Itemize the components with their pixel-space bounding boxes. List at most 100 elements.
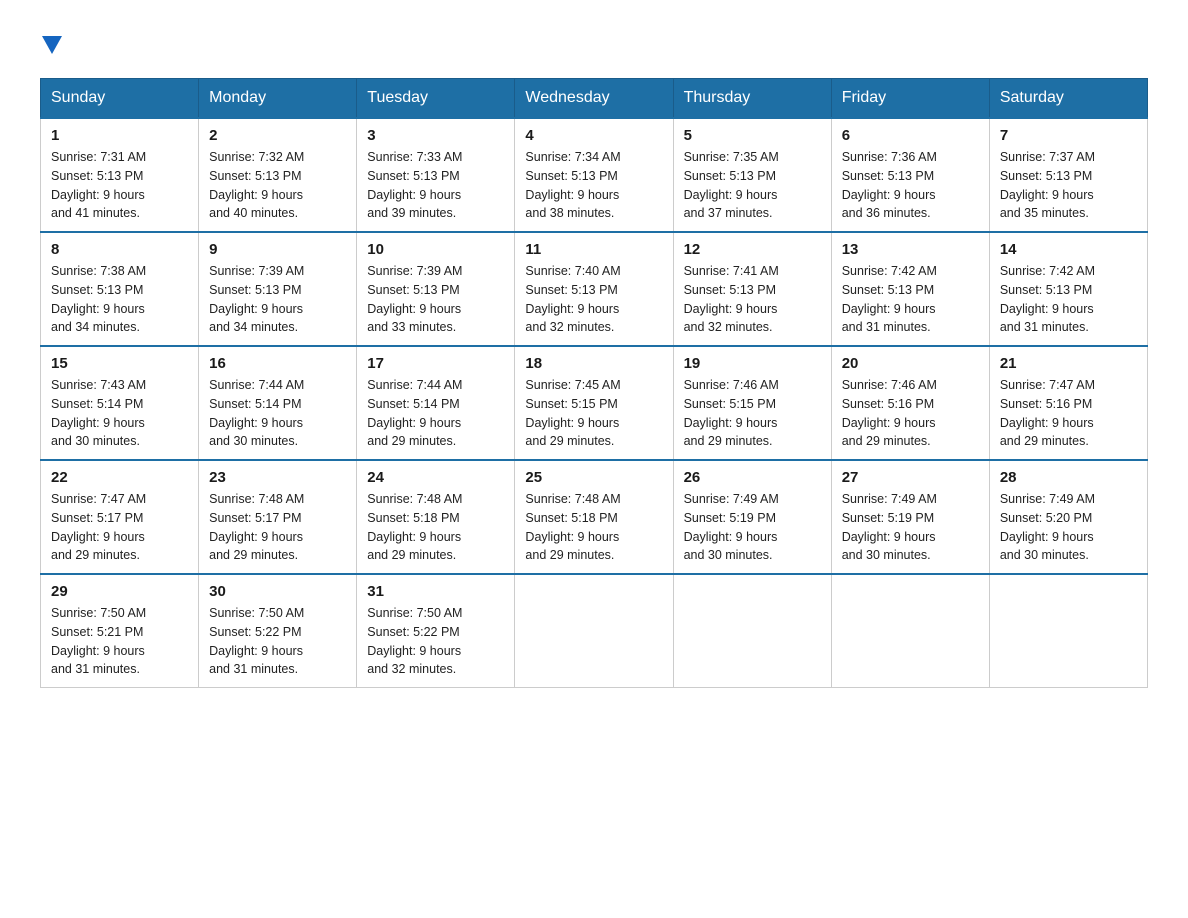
calendar-cell: 29 Sunrise: 7:50 AMSunset: 5:21 PMDayligh… [41,574,199,688]
logo [40,30,62,58]
day-info: Sunrise: 7:40 AMSunset: 5:13 PMDaylight:… [525,262,662,337]
day-info: Sunrise: 7:47 AMSunset: 5:16 PMDaylight:… [1000,376,1137,451]
calendar-cell: 25Sunrise: 7:48 AMSunset: 5:18 PMDayligh… [515,460,673,574]
calendar-cell: 30 Sunrise: 7:50 AMSunset: 5:22 PMDayligh… [199,574,357,688]
calendar-cell: 2 Sunrise: 7:32 AMSunset: 5:13 PMDaylight… [199,118,357,232]
day-info: Sunrise: 7:39 AMSunset: 5:13 PMDaylight:… [367,262,504,337]
day-number: 1 [51,127,188,144]
day-info: Sunrise: 7:50 AMSunset: 5:22 PMDaylight:… [367,604,504,679]
day-number: 17 [367,355,504,372]
day-info: Sunrise: 7:42 AMSunset: 5:13 PMDaylight:… [1000,262,1137,337]
day-number: 16 [209,355,346,372]
calendar-cell: 10 Sunrise: 7:39 AMSunset: 5:13 PMDayligh… [357,232,515,346]
calendar-week-row: 29 Sunrise: 7:50 AMSunset: 5:21 PMDayligh… [41,574,1148,688]
day-info: Sunrise: 7:38 AMSunset: 5:13 PMDaylight:… [51,262,188,337]
day-info: Sunrise: 7:39 AMSunset: 5:13 PMDaylight:… [209,262,346,337]
day-info: Sunrise: 7:44 AMSunset: 5:14 PMDaylight:… [209,376,346,451]
day-number: 26 [684,469,821,486]
calendar-cell: 4 Sunrise: 7:34 AMSunset: 5:13 PMDaylight… [515,118,673,232]
calendar-cell: 17 Sunrise: 7:44 AMSunset: 5:14 PMDayligh… [357,346,515,460]
day-info: Sunrise: 7:48 AMSunset: 5:18 PMDaylight:… [367,490,504,565]
calendar-cell: 23Sunrise: 7:48 AMSunset: 5:17 PMDayligh… [199,460,357,574]
day-info: Sunrise: 7:37 AMSunset: 5:13 PMDaylight:… [1000,148,1137,223]
calendar-cell: 15 Sunrise: 7:43 AMSunset: 5:14 PMDayligh… [41,346,199,460]
day-number: 14 [1000,241,1137,258]
day-info: Sunrise: 7:36 AMSunset: 5:13 PMDaylight:… [842,148,979,223]
day-number: 9 [209,241,346,258]
calendar-cell [831,574,989,688]
page-header [40,30,1148,58]
calendar-header-row: SundayMondayTuesdayWednesdayThursdayFrid… [41,79,1148,119]
day-info: Sunrise: 7:33 AMSunset: 5:13 PMDaylight:… [367,148,504,223]
calendar-cell [515,574,673,688]
calendar-cell: 19 Sunrise: 7:46 AMSunset: 5:15 PMDayligh… [673,346,831,460]
calendar-cell: 27 Sunrise: 7:49 AMSunset: 5:19 PMDayligh… [831,460,989,574]
day-number: 11 [525,241,662,258]
calendar-cell [989,574,1147,688]
calendar-cell: 5Sunrise: 7:35 AMSunset: 5:13 PMDaylight… [673,118,831,232]
calendar-cell: 9 Sunrise: 7:39 AMSunset: 5:13 PMDaylight… [199,232,357,346]
calendar-week-row: 15 Sunrise: 7:43 AMSunset: 5:14 PMDayligh… [41,346,1148,460]
day-info: Sunrise: 7:41 AMSunset: 5:13 PMDaylight:… [684,262,821,337]
calendar-header-sunday: Sunday [41,79,199,119]
calendar-cell: 31 Sunrise: 7:50 AMSunset: 5:22 PMDayligh… [357,574,515,688]
day-number: 15 [51,355,188,372]
calendar-week-row: 8 Sunrise: 7:38 AMSunset: 5:13 PMDaylight… [41,232,1148,346]
calendar-cell: 18 Sunrise: 7:45 AMSunset: 5:15 PMDayligh… [515,346,673,460]
calendar-cell: 1Sunrise: 7:31 AMSunset: 5:13 PMDaylight… [41,118,199,232]
day-number: 27 [842,469,979,486]
calendar-cell: 22Sunrise: 7:47 AMSunset: 5:17 PMDayligh… [41,460,199,574]
day-number: 13 [842,241,979,258]
calendar-table: SundayMondayTuesdayWednesdayThursdayFrid… [40,78,1148,688]
day-number: 10 [367,241,504,258]
day-info: Sunrise: 7:48 AMSunset: 5:17 PMDaylight:… [209,490,346,565]
day-number: 18 [525,355,662,372]
day-info: Sunrise: 7:44 AMSunset: 5:14 PMDaylight:… [367,376,504,451]
day-number: 30 [209,583,346,600]
day-info: Sunrise: 7:49 AMSunset: 5:19 PMDaylight:… [842,490,979,565]
calendar-header-saturday: Saturday [989,79,1147,119]
calendar-header-wednesday: Wednesday [515,79,673,119]
day-number: 4 [525,127,662,144]
day-info: Sunrise: 7:49 AMSunset: 5:20 PMDaylight:… [1000,490,1137,565]
day-number: 3 [367,127,504,144]
day-info: Sunrise: 7:32 AMSunset: 5:13 PMDaylight:… [209,148,346,223]
calendar-cell: 28Sunrise: 7:49 AMSunset: 5:20 PMDayligh… [989,460,1147,574]
calendar-header-thursday: Thursday [673,79,831,119]
day-number: 25 [525,469,662,486]
calendar-week-row: 22Sunrise: 7:47 AMSunset: 5:17 PMDayligh… [41,460,1148,574]
calendar-cell: 3 Sunrise: 7:33 AMSunset: 5:13 PMDaylight… [357,118,515,232]
day-info: Sunrise: 7:45 AMSunset: 5:15 PMDaylight:… [525,376,662,451]
calendar-cell: 8 Sunrise: 7:38 AMSunset: 5:13 PMDaylight… [41,232,199,346]
calendar-cell: 21 Sunrise: 7:47 AMSunset: 5:16 PMDayligh… [989,346,1147,460]
day-number: 24 [367,469,504,486]
day-info: Sunrise: 7:43 AMSunset: 5:14 PMDaylight:… [51,376,188,451]
calendar-cell: 11 Sunrise: 7:40 AMSunset: 5:13 PMDayligh… [515,232,673,346]
calendar-cell: 26 Sunrise: 7:49 AMSunset: 5:19 PMDayligh… [673,460,831,574]
day-info: Sunrise: 7:42 AMSunset: 5:13 PMDaylight:… [842,262,979,337]
calendar-cell: 24 Sunrise: 7:48 AMSunset: 5:18 PMDayligh… [357,460,515,574]
day-info: Sunrise: 7:34 AMSunset: 5:13 PMDaylight:… [525,148,662,223]
day-number: 19 [684,355,821,372]
day-info: Sunrise: 7:49 AMSunset: 5:19 PMDaylight:… [684,490,821,565]
logo-triangle-icon [42,36,62,54]
day-number: 8 [51,241,188,258]
calendar-cell: 16 Sunrise: 7:44 AMSunset: 5:14 PMDayligh… [199,346,357,460]
day-number: 29 [51,583,188,600]
calendar-week-row: 1Sunrise: 7:31 AMSunset: 5:13 PMDaylight… [41,118,1148,232]
calendar-header-friday: Friday [831,79,989,119]
day-info: Sunrise: 7:46 AMSunset: 5:15 PMDaylight:… [684,376,821,451]
calendar-cell: 14 Sunrise: 7:42 AMSunset: 5:13 PMDayligh… [989,232,1147,346]
day-number: 22 [51,469,188,486]
calendar-cell: 12 Sunrise: 7:41 AMSunset: 5:13 PMDayligh… [673,232,831,346]
day-number: 21 [1000,355,1137,372]
day-info: Sunrise: 7:50 AMSunset: 5:22 PMDaylight:… [209,604,346,679]
day-info: Sunrise: 7:50 AMSunset: 5:21 PMDaylight:… [51,604,188,679]
calendar-cell: 20Sunrise: 7:46 AMSunset: 5:16 PMDayligh… [831,346,989,460]
day-number: 12 [684,241,821,258]
calendar-cell: 6Sunrise: 7:36 AMSunset: 5:13 PMDaylight… [831,118,989,232]
calendar-header-tuesday: Tuesday [357,79,515,119]
day-number: 31 [367,583,504,600]
day-number: 2 [209,127,346,144]
day-number: 5 [684,127,821,144]
